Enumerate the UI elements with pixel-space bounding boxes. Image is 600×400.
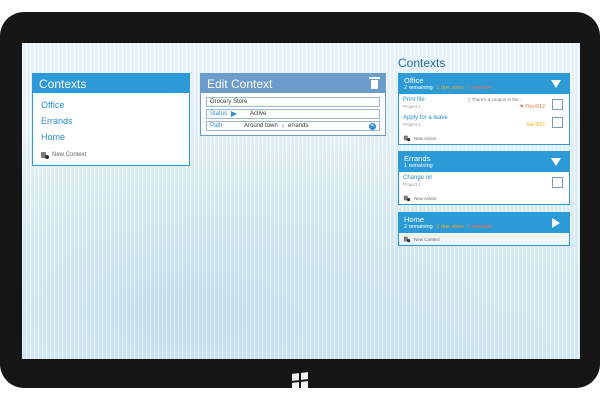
new-action-label: New Action: [414, 195, 437, 201]
new-context-label: New Context: [52, 152, 87, 158]
edit-context-header: Edit Context: [201, 74, 385, 93]
note-icon: ▯: [468, 97, 471, 102]
action-title: Change oil: [403, 175, 432, 181]
expand-down-icon[interactable]: [551, 80, 561, 88]
remaining-count: 1 remaining: [404, 163, 433, 169]
remaining-count: 2 remaining: [404, 224, 433, 230]
action-note: ▯ There's a coupon in the...: [468, 97, 522, 103]
status-field[interactable]: Status Active: [206, 109, 380, 119]
action-checkbox[interactable]: [552, 177, 563, 188]
contexts-list: Office Errands Home New Context: [33, 93, 189, 163]
due-soon-count: 1 due soon: [436, 85, 464, 91]
action-item[interactable]: Change oil Project 1: [403, 175, 565, 193]
new-action-button[interactable]: New Action: [403, 134, 565, 142]
windows-logo-icon[interactable]: [292, 372, 308, 390]
status-label: Status: [210, 111, 228, 117]
context-card-header[interactable]: Office 2 remaining 1 due soon 1 overdue: [399, 74, 569, 94]
new-icon: [403, 195, 411, 202]
path-child[interactable]: errands: [288, 123, 308, 129]
context-card-counts: 2 remaining 1 due soon 1 overdue: [404, 224, 564, 231]
contexts-panel-title: Contexts: [39, 76, 87, 91]
new-icon: [41, 151, 49, 159]
action-note-text: There's a coupon in the...: [471, 97, 523, 102]
due-soon-count: 1 due soon: [436, 224, 464, 230]
context-card-header[interactable]: Errands 1 remaining: [399, 152, 569, 172]
flag-icon: ⚑: [519, 104, 524, 110]
new-icon: [403, 135, 411, 142]
contexts-panel: Contexts Office Errands Home New Context: [32, 73, 190, 166]
screen: Contexts Office Errands Home New Context…: [22, 43, 580, 359]
context-card-counts: 1 remaining: [404, 163, 564, 170]
play-icon[interactable]: [231, 111, 237, 117]
context-card-home: Home 2 remaining 1 due soon 1 overdue Ne…: [398, 212, 570, 246]
new-context-label: New Context: [414, 236, 440, 242]
contexts-panel-header: Contexts: [33, 74, 189, 93]
action-item[interactable]: Print file Project 1 ▯ There's a coupon …: [403, 97, 565, 115]
right-column-title: Contexts: [398, 56, 446, 70]
context-card-name: Home: [404, 215, 425, 224]
chevron-right-icon: ›: [281, 122, 285, 130]
context-card-counts: 2 remaining 1 due soon 1 overdue: [404, 85, 564, 92]
action-title: Apply for a leave: [403, 115, 448, 121]
action-checkbox[interactable]: [552, 117, 563, 128]
status-value: Active: [250, 111, 267, 117]
overdue-count: 1 overdue: [467, 224, 492, 230]
edit-context-body: Grocery Store Status Active Path Around …: [201, 93, 385, 137]
context-card-body: Change oil Project 1 New Action: [399, 172, 569, 204]
context-name-field[interactable]: Grocery Store: [206, 97, 380, 107]
context-item-errands[interactable]: Errands: [41, 113, 181, 129]
tablet-frame: Contexts Office Errands Home New Context…: [0, 12, 600, 390]
overdue-count: 1 overdue: [467, 85, 492, 91]
expand-right-icon[interactable]: [552, 218, 560, 228]
context-item-office[interactable]: Office: [41, 97, 181, 113]
context-card-office: Office 2 remaining 1 due soon 1 overdue …: [398, 73, 570, 145]
new-icon: [403, 236, 411, 243]
action-project: Project 1: [403, 182, 421, 187]
new-context-button[interactable]: New Context: [41, 151, 181, 159]
context-name-value: Grocery Store: [210, 99, 248, 105]
context-card-name: Office: [404, 76, 424, 85]
new-action-label: New Action: [414, 135, 437, 141]
new-context-button[interactable]: New Context: [399, 233, 569, 245]
action-checkbox[interactable]: [552, 99, 563, 110]
action-item[interactable]: Apply for a leave Project 1 Sat 8/15: [403, 115, 565, 133]
path-field[interactable]: Path Around town › errands ✕: [206, 121, 380, 131]
expand-down-icon[interactable]: [551, 158, 561, 166]
action-due-date: ⚑ Thu 8/12: [519, 104, 545, 110]
context-card-body: Print file Project 1 ▯ There's a coupon …: [399, 94, 569, 144]
new-action-button[interactable]: New Action: [403, 194, 565, 202]
edit-context-panel: Edit Context Grocery Store Status Active…: [200, 73, 386, 136]
edit-context-title: Edit Context: [207, 76, 273, 91]
action-due-date: Sat 8/15: [526, 122, 545, 128]
path-label: Path: [210, 123, 223, 129]
path-parent[interactable]: Around town: [244, 123, 278, 129]
context-card-header[interactable]: Home 2 remaining 1 due soon 1 overdue: [399, 213, 569, 233]
context-item-home[interactable]: Home: [41, 129, 181, 145]
remaining-count: 2 remaining: [404, 85, 433, 91]
context-card-errands: Errands 1 remaining Change oil Project 1…: [398, 151, 570, 205]
context-card-name: Errands: [404, 154, 431, 163]
trash-icon[interactable]: [369, 77, 380, 89]
clear-icon[interactable]: ✕: [369, 122, 376, 130]
action-due-date-text: Thu 8/12: [525, 104, 545, 110]
